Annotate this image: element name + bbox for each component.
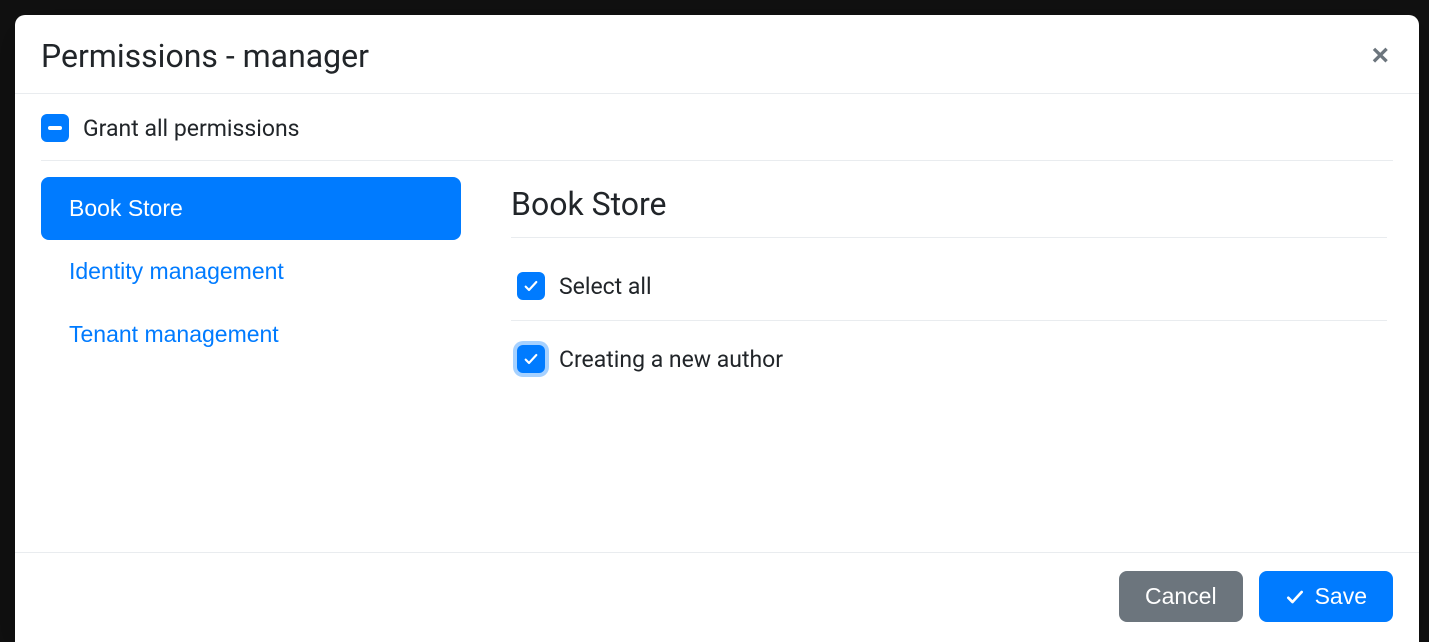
grant-all-checkbox[interactable] (41, 114, 69, 142)
modal-title: Permissions - manager (41, 37, 369, 75)
modal-backdrop: Permissions - manager × Grant all permis… (0, 0, 1429, 642)
select-all-label: Select all (559, 273, 652, 300)
cancel-label: Cancel (1145, 583, 1217, 610)
select-all-row: Select all (511, 248, 1387, 321)
tab-tenant-management[interactable]: Tenant management (41, 303, 461, 366)
permission-group-tabs: Book Store Identity management Tenant ma… (41, 177, 461, 393)
close-button[interactable]: × (1367, 41, 1393, 71)
permission-label: Creating a new author (559, 346, 783, 373)
modal-footer: Cancel Save (15, 552, 1419, 642)
permissions-modal: Permissions - manager × Grant all permis… (15, 15, 1419, 642)
tab-identity-management[interactable]: Identity management (41, 240, 461, 303)
close-icon: × (1371, 39, 1389, 72)
check-icon (523, 278, 539, 294)
modal-body: Grant all permissions Book Store Identit… (15, 94, 1419, 552)
tab-label: Identity management (69, 258, 284, 284)
grant-all-label: Grant all permissions (83, 115, 300, 142)
body-columns: Book Store Identity management Tenant ma… (41, 177, 1393, 393)
tab-label: Book Store (69, 195, 183, 221)
tab-label: Tenant management (69, 321, 279, 347)
permissions-panel: Book Store Select all Creating a new aut… (511, 177, 1393, 393)
check-icon (523, 351, 539, 367)
panel-title: Book Store (511, 185, 1387, 238)
grant-all-row: Grant all permissions (41, 114, 1393, 161)
tab-book-store[interactable]: Book Store (41, 177, 461, 240)
select-all-checkbox[interactable] (517, 272, 545, 300)
cancel-button[interactable]: Cancel (1119, 571, 1243, 622)
save-label: Save (1315, 583, 1367, 610)
save-button[interactable]: Save (1259, 571, 1393, 622)
modal-header: Permissions - manager × (15, 15, 1419, 94)
permission-row: Creating a new author (511, 321, 1387, 393)
check-icon (1285, 587, 1305, 607)
permission-checkbox[interactable] (517, 345, 545, 373)
